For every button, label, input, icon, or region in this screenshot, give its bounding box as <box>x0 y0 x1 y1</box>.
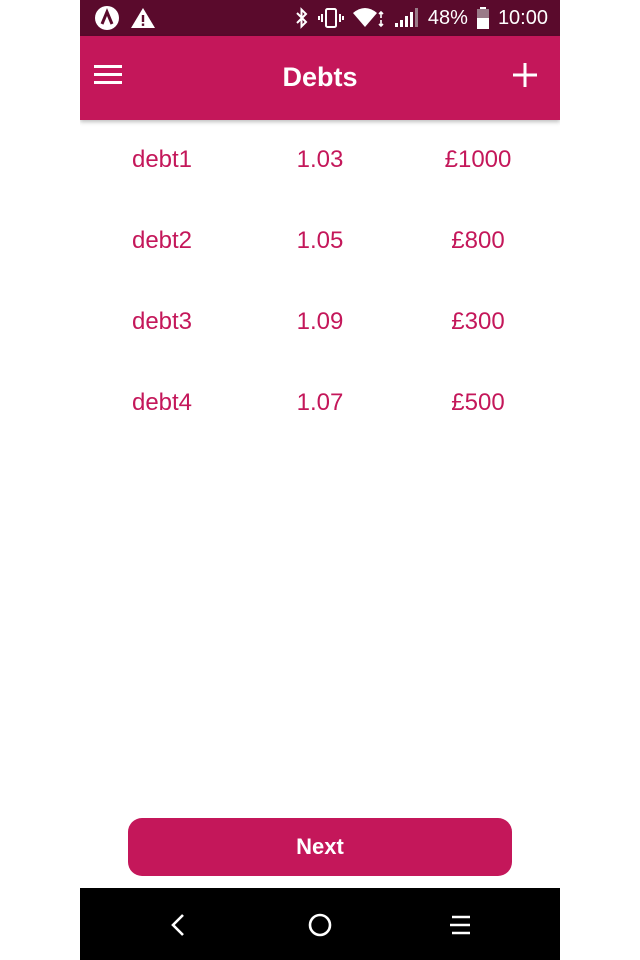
warning-icon <box>130 6 156 35</box>
add-debt-button[interactable] <box>512 62 542 92</box>
debt-row-2[interactable]: debt2 1.05 £800 <box>80 201 560 282</box>
app-a-icon <box>94 5 120 36</box>
app-bar: Debts <box>80 36 560 120</box>
debt-row-3[interactable]: debt3 1.09 £300 <box>80 282 560 363</box>
navigation-bar <box>80 888 560 960</box>
debt-amount: £500 <box>451 389 505 416</box>
debt-name: debt2 <box>131 227 193 254</box>
recent-apps-button[interactable] <box>446 910 476 940</box>
debt-amount: £1000 <box>444 146 512 173</box>
home-icon <box>308 913 332 937</box>
page-title: Debts <box>282 62 358 92</box>
debt-rate: 1.05 <box>296 227 344 254</box>
bluetooth-icon <box>294 7 310 29</box>
debt-name: debt3 <box>131 308 193 335</box>
debt-row-4[interactable]: debt4 1.07 £500 <box>80 363 560 444</box>
status-right-icons: 48% 10:00 <box>294 0 548 36</box>
debt-amount: £300 <box>451 308 505 335</box>
debt-rate: 1.03 <box>296 146 344 173</box>
clock: 10:00 <box>497 6 548 29</box>
signal-icon <box>394 7 420 29</box>
vibrate-icon <box>317 7 344 29</box>
debt-rate: 1.09 <box>296 308 344 335</box>
battery-icon <box>476 6 490 30</box>
screen: 48% 10:00 Debts debt1 1.03 £1000 debt2 1… <box>0 0 640 960</box>
debt-amount: £800 <box>451 227 505 254</box>
recent-apps-icon <box>450 915 470 935</box>
home-button[interactable] <box>305 910 335 940</box>
battery-percent: 48% <box>427 6 468 29</box>
status-left-icons <box>94 5 156 36</box>
debt-list: debt1 1.03 £1000 debt2 1.05 £800 debt3 1… <box>80 120 560 444</box>
debt-name: debt4 <box>131 389 193 416</box>
back-icon <box>171 914 184 936</box>
next-button[interactable]: Next <box>128 818 512 876</box>
plus-icon <box>513 63 537 87</box>
debt-row-1[interactable]: debt1 1.03 £1000 <box>80 120 560 201</box>
debt-rate: 1.07 <box>296 389 344 416</box>
phone-screen: 48% 10:00 Debts debt1 1.03 £1000 debt2 1… <box>80 0 560 960</box>
back-button[interactable] <box>164 910 194 940</box>
status-bar: 48% 10:00 <box>80 0 560 36</box>
debt-name: debt1 <box>131 146 193 173</box>
wifi-icon <box>352 7 386 29</box>
